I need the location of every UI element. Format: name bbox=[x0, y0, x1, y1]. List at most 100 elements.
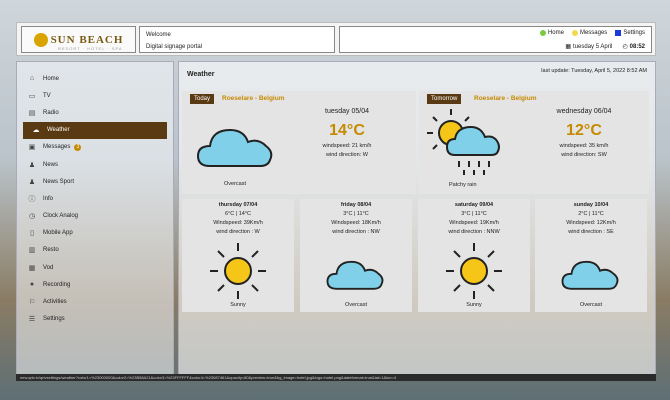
forecast-condition: Sunny bbox=[466, 302, 482, 308]
status-url: new.qrtv.tv/qrtvsettings/weather?color1=… bbox=[16, 374, 656, 381]
legend-settings-label: Settings bbox=[623, 30, 645, 36]
tv-icon: ▭ bbox=[28, 92, 36, 100]
today-windspeed: windspeed: 21 km/h bbox=[322, 143, 372, 149]
page-title: Weather bbox=[187, 71, 215, 78]
news-icon: ♟ bbox=[28, 161, 36, 169]
patchy-rain-icon bbox=[427, 109, 500, 175]
logo-text: SUN BEACH bbox=[50, 33, 124, 46]
sidebar-item-label: Activities bbox=[43, 299, 67, 306]
forecast-range: 3°C | 11°C bbox=[461, 211, 487, 217]
sidebar-item-home[interactable]: ⌂ Home bbox=[17, 70, 173, 87]
forecast-card: saturday 09/04 3°C | 11°C Windspeed: 19Km/… bbox=[418, 199, 530, 312]
sidebar-item-label: Radio bbox=[43, 109, 59, 116]
sidebar-item-recording[interactable]: ● Recording bbox=[17, 276, 173, 293]
forecast-card: friday 08/04 3°C | 11°C Windspeed: 18Km/h w… bbox=[300, 199, 412, 312]
info-icon: ⓘ bbox=[28, 195, 36, 203]
legend-messages[interactable]: Messages bbox=[571, 30, 608, 36]
cloud-icon: ☁ bbox=[32, 127, 40, 135]
color-legend: Home Messages Settings bbox=[539, 30, 645, 36]
sidebar-item-label: Messages bbox=[43, 144, 71, 151]
tomorrow-card: Tomorrow Roeselare - Belgium Patchy rain… bbox=[419, 91, 649, 194]
recording-icon: ● bbox=[29, 281, 35, 289]
forecast-dir: wind direction : NW bbox=[332, 229, 380, 235]
legend-home[interactable]: Home bbox=[539, 30, 564, 36]
forecast-card: thursday 07/04 6°C | 14°C Windspeed: 39Km/… bbox=[182, 199, 294, 312]
sidebar-item-messages[interactable]: ▣ Messages 3 bbox=[17, 139, 173, 156]
sun-icon bbox=[210, 243, 266, 299]
tomorrow-location: Roeselare - Belgium bbox=[474, 95, 537, 102]
logo-sun-icon bbox=[33, 32, 48, 47]
sidebar-item-label: TV bbox=[43, 92, 51, 99]
sidebar: ⌂ Home ▭ TV ▤ Radio ☁ Weather ▣ Messages 3 ♟ News ♟ Ne… bbox=[16, 61, 174, 375]
forecast-day: friday 08/04 bbox=[340, 202, 372, 208]
sidebar-item-label: News Sport bbox=[43, 178, 75, 185]
logo: SUN BEACH RESORT · HOTEL · SPA bbox=[21, 26, 136, 53]
date-text: tuesday 5 April bbox=[573, 43, 613, 50]
sidebar-item-news[interactable]: ♟ News bbox=[17, 156, 173, 173]
forecast-day: saturday 09/04 bbox=[454, 202, 494, 208]
sidebar-item-info[interactable]: ⓘ Info bbox=[17, 190, 173, 207]
cloud-icon bbox=[561, 260, 619, 290]
forecast-range: 6°C | 14°C bbox=[224, 211, 251, 217]
sidebar-item-mobile-app[interactable]: ▯ Mobile App bbox=[17, 225, 173, 242]
weather-panel: Weather last update: Tuesday, April 5, 2… bbox=[178, 61, 656, 375]
forecast-day: sunday 10/04 bbox=[573, 202, 609, 208]
sidebar-item-resto[interactable]: ▥ Resto bbox=[17, 242, 173, 259]
sidebar-item-vod[interactable]: ▦ Vod bbox=[17, 259, 173, 276]
home-icon: ⌂ bbox=[29, 75, 35, 83]
sidebar-item-label: Home bbox=[43, 75, 60, 82]
sport-icon: ♟ bbox=[28, 178, 36, 186]
vod-icon: ▦ bbox=[28, 264, 36, 272]
mobile-icon: ▯ bbox=[30, 230, 34, 238]
today-winddir: wind direction: W bbox=[326, 152, 368, 158]
calendar-icon: ▦ bbox=[565, 44, 572, 50]
clock-icon: ◴ bbox=[622, 44, 628, 50]
tomorrow-winddir: wind direction: SW bbox=[561, 152, 607, 158]
messages-count-badge: 3 bbox=[74, 143, 82, 151]
forecast-wind: Windspeed: 39Km/h bbox=[213, 220, 263, 226]
forecast-dir: wind direction : SE bbox=[568, 229, 614, 235]
cloud-icon bbox=[196, 128, 273, 167]
sidebar-item-label: Resto bbox=[43, 247, 59, 254]
tomorrow-condition: Patchy rain bbox=[449, 182, 477, 188]
sidebar-item-weather[interactable]: ☁ Weather bbox=[23, 121, 167, 139]
today-card: Today Roeselare - Belgium Overcast tuesd… bbox=[182, 91, 416, 194]
sidebar-nav: ⌂ Home ▭ TV ▤ Radio ☁ Weather ▣ Messages 3 ♟ News ♟ Ne… bbox=[17, 62, 173, 328]
cloud-icon bbox=[326, 260, 384, 290]
sidebar-item-clock-analog[interactable]: ◷ Clock Analog bbox=[17, 208, 173, 225]
sidebar-item-activities[interactable]: ⚐ Activities bbox=[17, 293, 173, 310]
header-bar: SUN BEACH RESORT · HOTEL · SPA Welcome D… bbox=[16, 22, 656, 56]
legend-home-label: Home bbox=[547, 30, 564, 36]
legend-messages-label: Messages bbox=[579, 30, 608, 36]
today-tag: Today bbox=[190, 94, 215, 104]
forecast-wind: Windspeed: 19Km/h bbox=[449, 220, 499, 226]
radio-icon: ▤ bbox=[28, 109, 36, 117]
forecast-day: thursday 07/04 bbox=[218, 202, 258, 208]
forecast-dir: wind direction : NNW bbox=[448, 229, 500, 235]
forecast-condition: Sunny bbox=[230, 302, 246, 308]
datetime: ▦ tuesday 5 April ◴ 08:52 bbox=[565, 43, 645, 51]
settings-color-icon bbox=[615, 30, 622, 36]
settings-icon: ☰ bbox=[28, 316, 36, 324]
logo-subtext: RESORT · HOTEL · SPA bbox=[58, 46, 123, 51]
welcome-box: Welcome Digital signage portal bbox=[139, 26, 335, 53]
home-color-icon bbox=[539, 30, 546, 36]
sidebar-item-label: Clock Analog bbox=[43, 213, 79, 220]
sidebar-item-label: Mobile App bbox=[43, 230, 73, 237]
legend-settings[interactable]: Settings bbox=[615, 30, 645, 36]
today-condition: Overcast bbox=[224, 181, 247, 187]
welcome-text: Welcome bbox=[146, 32, 171, 38]
app-frame: SUN BEACH RESORT · HOTEL · SPA Welcome D… bbox=[0, 0, 670, 400]
tomorrow-windspeed: windspeed: 35 km/h bbox=[559, 143, 609, 149]
sidebar-item-settings[interactable]: ☰ Settings bbox=[17, 311, 173, 328]
sidebar-item-label: Info bbox=[43, 195, 54, 202]
time-text: 08:52 bbox=[629, 43, 645, 50]
sidebar-item-label: Vod bbox=[43, 264, 54, 271]
sidebar-item-news-sport[interactable]: ♟ News Sport bbox=[17, 173, 173, 190]
sidebar-item-radio[interactable]: ▤ Radio bbox=[17, 104, 173, 121]
activities-icon: ⚐ bbox=[28, 299, 36, 307]
today-location: Roeselare - Belgium bbox=[222, 95, 285, 102]
messages-icon: ▣ bbox=[28, 144, 36, 152]
sidebar-item-tv[interactable]: ▭ TV bbox=[17, 87, 173, 104]
portal-text: Digital signage portal bbox=[146, 44, 203, 50]
